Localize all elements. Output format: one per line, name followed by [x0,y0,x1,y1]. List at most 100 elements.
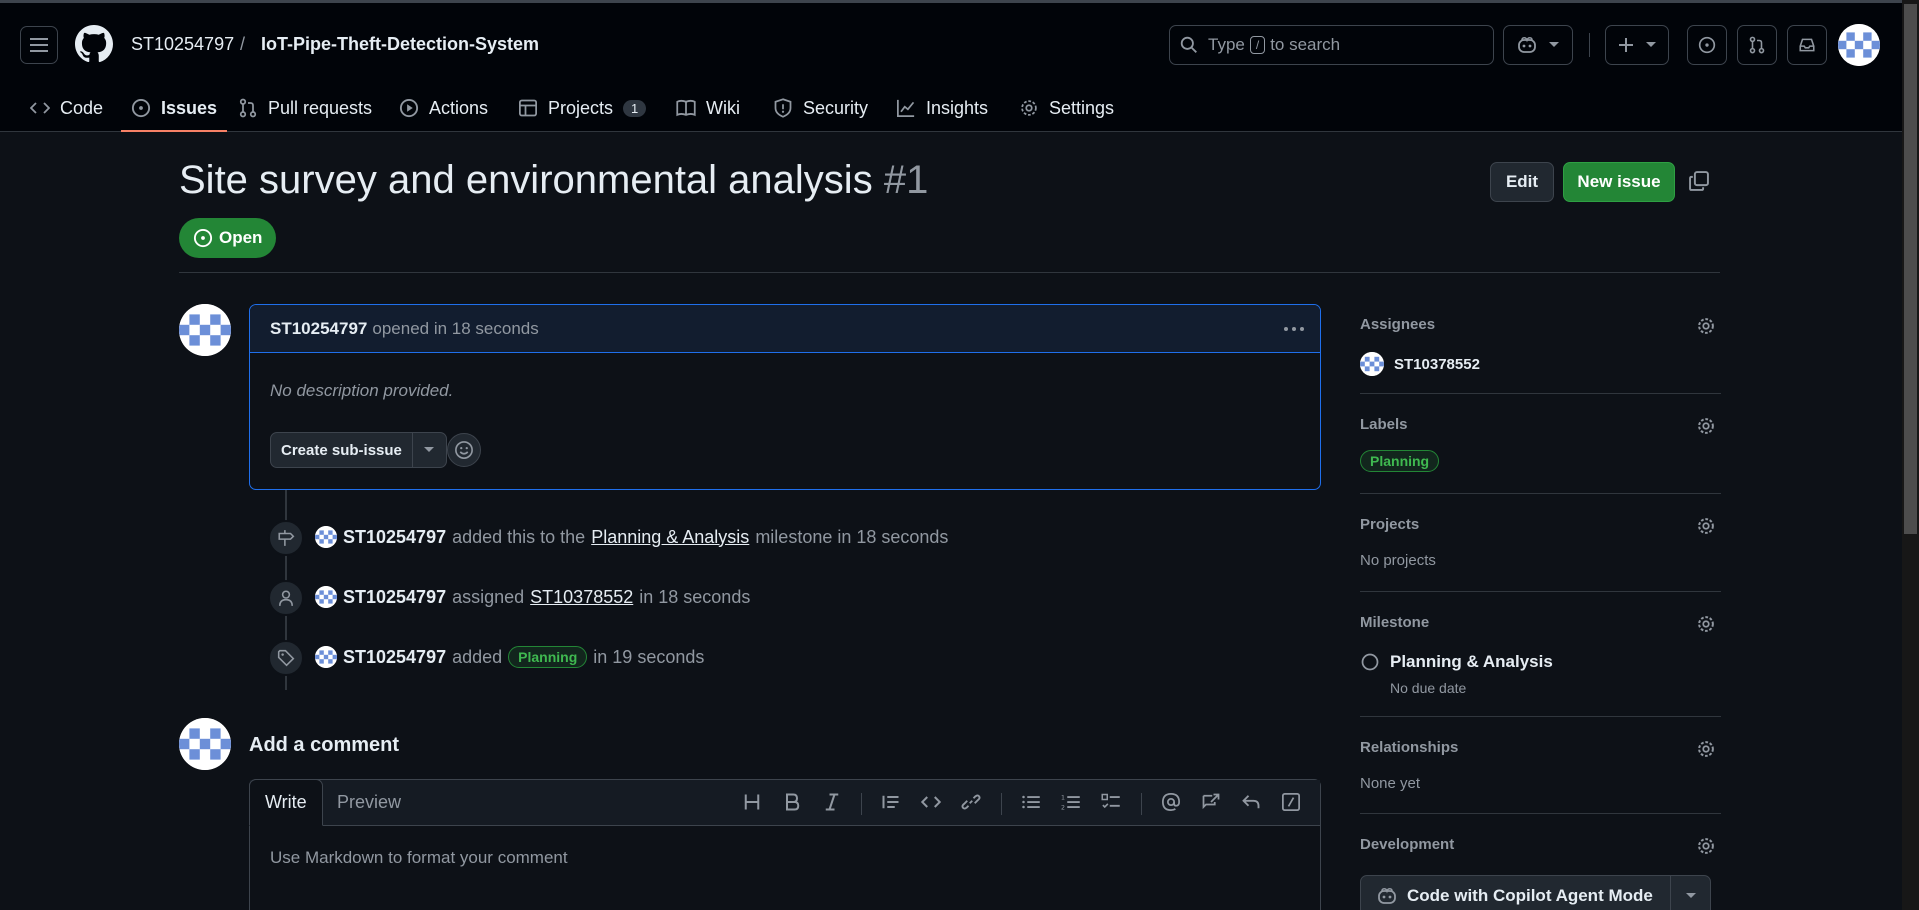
add-reaction-button[interactable] [447,433,481,467]
projects-counter: 1 [623,99,647,117]
projects-section: Projects No projects [1360,516,1721,576]
toolbar-divider [1001,793,1002,815]
pull-requests-shortcut-button[interactable] [1737,25,1777,65]
event-actor[interactable]: ST10254797 [343,587,446,608]
breadcrumb-repo[interactable]: IoT-Pipe-Theft-Detection-System [261,34,539,55]
person-icon [268,580,304,616]
italic-icon[interactable] [822,792,842,812]
development-heading[interactable]: Development [1360,836,1454,853]
cross-reference-icon[interactable] [1201,792,1221,812]
sidebar-divider [1360,493,1721,494]
projects-value: No projects [1360,552,1436,569]
status-badge: Open [179,218,277,258]
milestone-link[interactable]: Planning & Analysis [1390,652,1553,672]
assignee-item[interactable]: ST10378552 [1360,352,1480,376]
chevron-down-icon [1549,42,1559,47]
gear-icon[interactable] [1696,516,1716,536]
relationships-heading[interactable]: Relationships [1360,739,1458,756]
projects-heading[interactable]: Projects [1360,516,1419,533]
copilot-button[interactable] [1503,25,1573,65]
sidebar-divider [1360,813,1721,814]
avatar[interactable] [315,646,337,668]
kebab-menu-icon[interactable] [1282,319,1306,339]
inbox-icon [1799,38,1815,52]
comment-textarea[interactable]: Use Markdown to format your comment [270,848,568,868]
code-with-copilot-button[interactable]: Code with Copilot Agent Mode [1361,876,1670,910]
comment-author[interactable]: ST10254797 [270,319,367,339]
tab-preview[interactable]: Preview [322,779,416,826]
search-placeholder-prefix: Type [1208,35,1245,54]
create-new-button[interactable] [1605,25,1669,65]
issues-shortcut-button[interactable] [1687,25,1727,65]
task-list-icon[interactable] [1101,792,1121,812]
tab-pull-requests-label: Pull requests [268,97,373,118]
search-shortcut-key: / [1249,36,1266,54]
create-sub-issue-button[interactable]: Create sub-issue [271,433,412,467]
avatar[interactable] [315,586,337,608]
scrollbar-thumb[interactable] [1904,4,1917,534]
heading-icon[interactable] [742,792,762,812]
assignee-link[interactable]: ST10378552 [530,587,633,608]
breadcrumb-owner[interactable]: ST10254797 [131,34,234,55]
milestone-heading[interactable]: Milestone [1360,614,1429,631]
gear-icon[interactable] [1696,739,1716,759]
tab-projects[interactable]: Projects 1 [508,84,656,132]
inbox-button[interactable] [1787,25,1827,65]
assignees-heading[interactable]: Assignees [1360,316,1435,333]
relationships-value: None yet [1360,775,1421,792]
edit-button[interactable]: Edit [1490,162,1554,202]
user-avatar[interactable] [1838,24,1880,66]
add-comment-heading: Add a comment [249,734,400,756]
avatar [1360,352,1384,376]
label-badge[interactable]: Planning [1360,450,1440,472]
author-avatar[interactable] [179,304,231,356]
tab-security[interactable]: Security [763,84,878,132]
gear-icon[interactable] [1696,416,1716,436]
tab-issues[interactable]: Issues [121,84,228,132]
avatar[interactable] [315,526,337,548]
quote-icon[interactable] [881,792,901,812]
tab-actions-label: Actions [429,97,489,118]
copy-link-icon[interactable] [1688,170,1710,192]
tab-insights[interactable]: Insights [886,84,998,132]
event-actor[interactable]: ST10254797 [343,527,446,548]
header-divider [1589,33,1590,57]
mention-icon[interactable] [1161,792,1181,812]
issue-opened-icon [131,98,151,118]
tab-settings[interactable]: Settings [1009,84,1124,132]
sub-issue-dropdown[interactable] [411,433,446,467]
tab-actions[interactable]: Actions [389,84,498,132]
tab-code-label: Code [60,97,104,118]
event-text: added this to the [452,526,586,547]
new-issue-button[interactable]: New issue [1563,162,1675,202]
milestone-link[interactable]: Planning & Analysis [591,527,749,548]
git-pull-request-icon [1749,36,1765,54]
code-icon[interactable] [921,792,941,812]
event-actor[interactable]: ST10254797 [343,647,446,668]
gear-icon[interactable] [1696,316,1716,336]
hamburger-menu-button[interactable] [20,26,58,64]
issue-title-text: Site survey and environmental analysis [179,158,873,202]
bold-icon[interactable] [782,792,802,812]
copilot-agent-button-group: Code with Copilot Agent Mode [1360,875,1711,910]
timeline-event: ST10254797 assigned ST10378552 in 18 sec… [315,586,750,608]
labels-heading[interactable]: Labels [1360,416,1408,433]
ordered-list-icon[interactable]: 12 [1061,792,1081,812]
tab-wiki[interactable]: Wiki [666,84,750,132]
link-icon[interactable] [961,792,981,812]
current-user-avatar[interactable] [179,718,231,770]
tab-pull-requests[interactable]: Pull requests [228,84,382,132]
slash-command-icon[interactable] [1281,792,1301,812]
unordered-list-icon[interactable] [1021,792,1041,812]
svg-text:2: 2 [1061,805,1065,812]
search-input[interactable]: Type / to search [1169,25,1494,65]
tab-code[interactable]: Code [20,84,113,132]
label-badge[interactable]: Planning [508,646,588,668]
gear-icon[interactable] [1696,614,1716,634]
tab-write[interactable]: Write [249,779,323,826]
chevron-down-icon [424,447,435,452]
gear-icon[interactable] [1696,836,1716,856]
reply-icon[interactable] [1241,792,1261,812]
github-logo-icon[interactable] [75,25,113,63]
copilot-dropdown[interactable] [1670,876,1710,910]
